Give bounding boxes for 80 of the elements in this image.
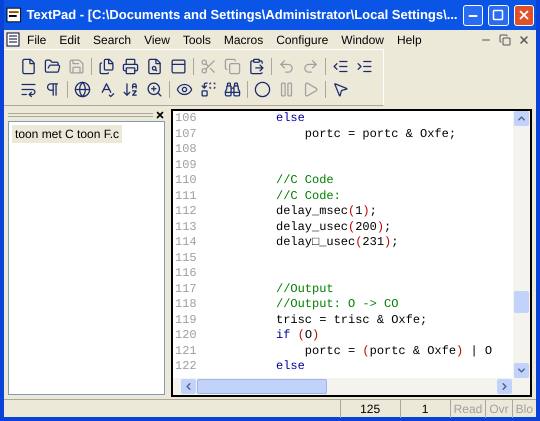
scroll-left-button[interactable] [181, 379, 196, 394]
column-indicator: 1 [400, 400, 450, 418]
menu-item[interactable]: Search [87, 30, 138, 48]
replace-icon[interactable] [200, 80, 217, 98]
close-button[interactable] [514, 4, 534, 26]
code-line: portc = portc & Oxfe; [304, 126, 456, 142]
line-number: 119 [174, 312, 198, 328]
line-number: 116 [174, 266, 198, 282]
menu-item[interactable]: Configure [270, 30, 334, 48]
vertical-scrollbar[interactable] [513, 111, 530, 378]
help-pointer-icon[interactable] [332, 80, 349, 98]
code-line: portc = (portc & Oxfe) | O [304, 344, 492, 359]
horizontal-scrollbar[interactable] [173, 378, 530, 395]
close-icon [516, 8, 531, 22]
code-line: else [276, 359, 305, 374]
menu-item[interactable]: Edit [53, 30, 86, 48]
pilcrow-icon[interactable] [44, 80, 61, 98]
line-number: 108 [174, 142, 198, 158]
print-preview-icon[interactable] [146, 58, 163, 74]
close-pane-icon[interactable] [155, 110, 165, 120]
code-line: //Output [276, 282, 334, 297]
code-line: //C Code [276, 173, 334, 188]
line-number: 110 [174, 173, 198, 188]
line-number: 107 [174, 126, 198, 142]
scroll-thumb[interactable] [514, 291, 529, 313]
zoom-icon[interactable] [146, 80, 163, 98]
app-icon [6, 7, 22, 23]
scroll-up-button[interactable] [514, 111, 529, 126]
menu-item[interactable]: File [21, 30, 52, 48]
documents-icon[interactable] [98, 58, 115, 74]
record-icon[interactable] [254, 80, 271, 98]
print-icon[interactable] [122, 58, 139, 74]
scroll-down-button[interactable] [514, 363, 529, 378]
scroll-right-button[interactable] [497, 379, 512, 394]
code-line: //C Code: [276, 188, 341, 204]
line-number: 121 [174, 344, 198, 359]
menu-item[interactable]: Help [390, 30, 428, 48]
sort-icon[interactable] [122, 80, 139, 98]
line-number: 114 [174, 235, 198, 250]
line-number: 120 [174, 328, 198, 344]
line-number: 106 [174, 111, 198, 126]
close-document-icon[interactable] [518, 34, 530, 46]
document-icon [6, 32, 20, 47]
status-indicator: Blo [512, 400, 536, 418]
code-line: delay_msec(1); [276, 204, 377, 220]
line-number: 109 [174, 158, 198, 173]
code-line: if (O) [276, 328, 320, 344]
line-number: 113 [174, 220, 198, 235]
line-indicator: 125 [340, 400, 400, 418]
minimize-button[interactable] [462, 4, 484, 26]
code-line: else [276, 111, 305, 126]
menu-item[interactable]: Window [335, 30, 390, 48]
restore-document-icon[interactable] [499, 34, 511, 46]
line-number: 122 [174, 359, 198, 374]
maximize-icon [492, 9, 504, 21]
menu-item[interactable]: View [138, 30, 176, 48]
menu-item[interactable]: Tools [176, 30, 217, 48]
line-number: 111 [174, 188, 198, 204]
globe-icon[interactable] [74, 80, 91, 98]
line-number: 115 [174, 250, 198, 266]
folder-icon[interactable] [44, 58, 61, 74]
code-line: trisc = trisc & Oxfe; [276, 312, 428, 328]
maximize-button[interactable] [488, 4, 509, 26]
code-line: //Output: O -> CO [276, 297, 398, 312]
scroll-thumb[interactable] [197, 379, 327, 394]
window-title: TextPad - [C:\Documents and Settings\Administrator\Local Settings\... [26, 6, 458, 24]
paste-icon[interactable] [248, 58, 265, 74]
status-indicator: Read [450, 400, 486, 418]
code-line: delay_usec(200); [276, 220, 392, 235]
pane-grip[interactable] [8, 113, 153, 117]
window-icon[interactable] [170, 58, 187, 74]
line-number: 117 [174, 282, 198, 297]
code-line: delay□_usec(231); [276, 235, 398, 250]
binoculars-icon[interactable] [224, 80, 241, 98]
status-indicator: Ovr [485, 400, 512, 418]
line-number: 112 [174, 204, 198, 220]
document-item[interactable]: toon met C toon F.c [12, 125, 122, 143]
new-file-icon[interactable] [20, 58, 37, 74]
line-number: 118 [174, 297, 198, 312]
menu-item[interactable]: Macros [218, 30, 270, 48]
